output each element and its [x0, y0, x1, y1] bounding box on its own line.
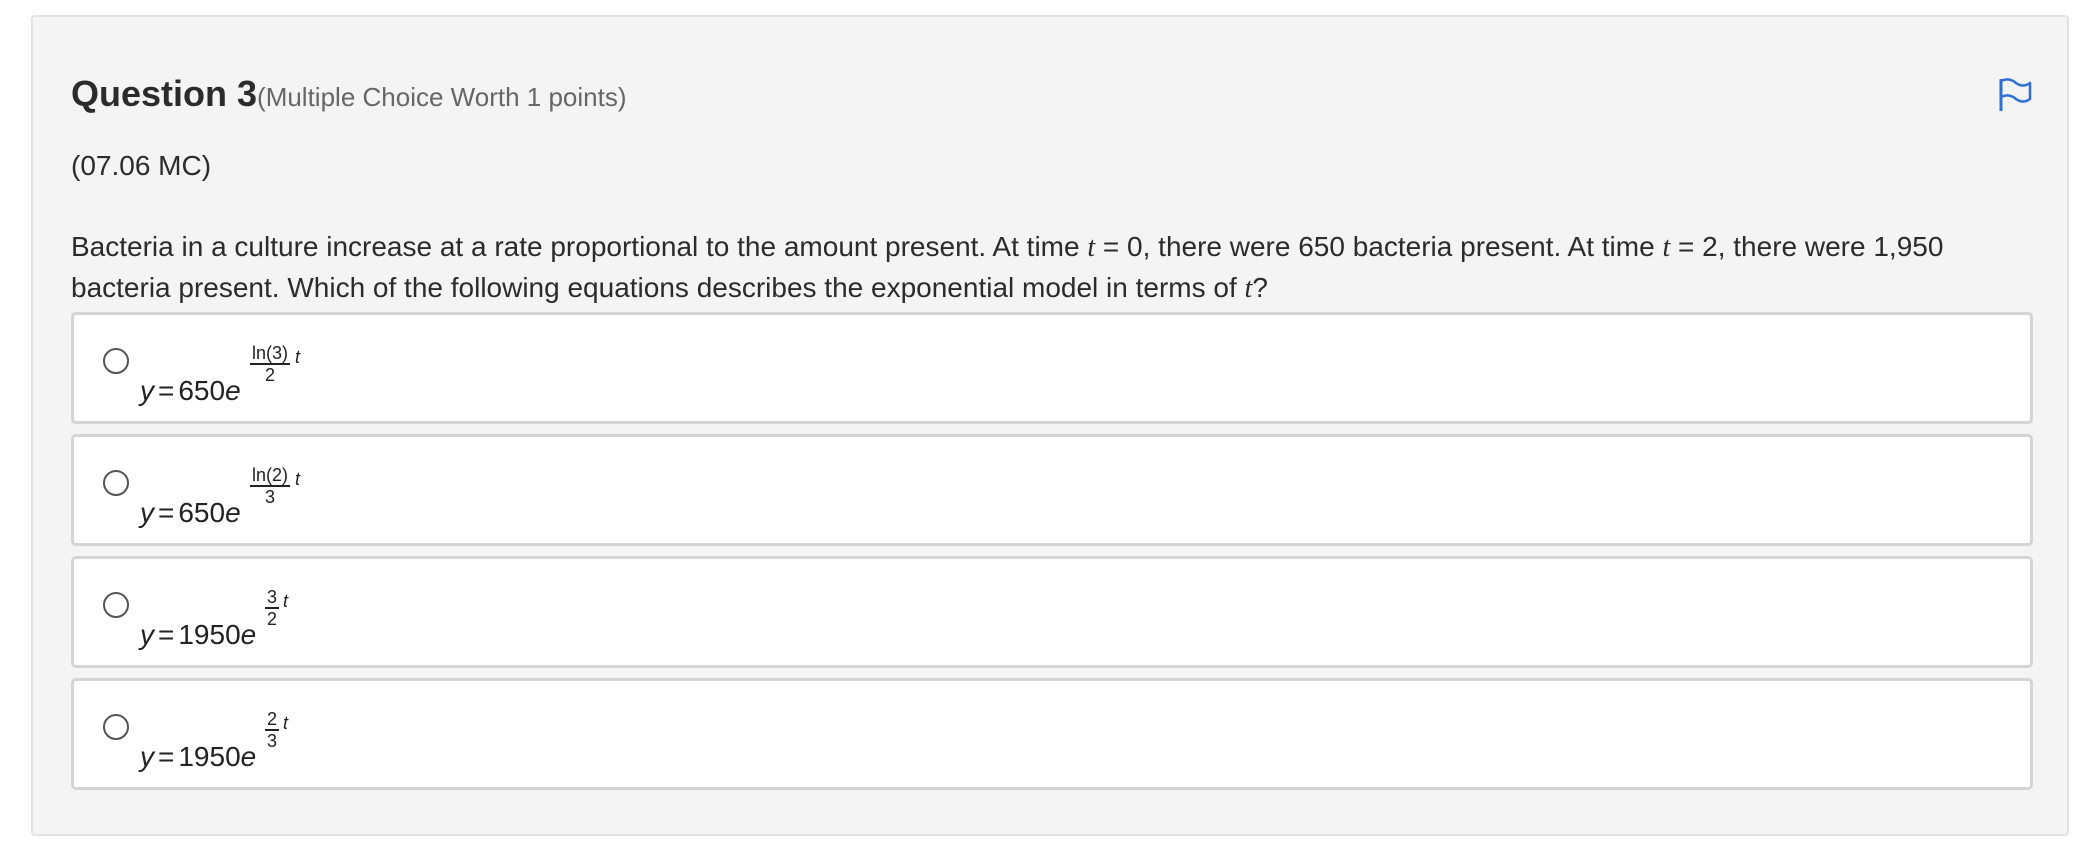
question-meta: (Multiple Choice Worth 1 points) — [257, 82, 627, 112]
formula-1: y = 650e ln(3) 2 t — [140, 323, 540, 419]
exponent-fraction: ln(2) 3 — [250, 465, 291, 507]
question-code: (07.06 MC) — [71, 150, 212, 181]
question-text-part: ? — [1252, 272, 1268, 303]
formula-base: y = 1950e — [140, 741, 257, 772]
question-text-part: Bacteria in a culture increase at a rate… — [71, 231, 1088, 262]
exponent-variable: t — [295, 469, 301, 489]
radio-button-2[interactable] — [103, 470, 129, 496]
formula-3: y = 1950e 32 t — [140, 567, 540, 663]
answer-option-3[interactable]: y = 1950e 32 t — [71, 556, 2033, 668]
variable-t: t — [1087, 232, 1096, 263]
formula-2: y = 650e ln(2) 3 t — [140, 445, 540, 541]
formula-base: y = 1950e — [140, 619, 257, 650]
answer-option-2[interactable]: y = 650e ln(2) 3 t — [71, 434, 2033, 546]
question-text: Bacteria in a culture increase at a rate… — [71, 227, 2041, 309]
radio-button-3[interactable] — [103, 592, 129, 618]
question-text-part: = 0, there were 650 bacteria present. At… — [1095, 231, 1663, 262]
answer-option-4[interactable]: y = 1950e 23 t — [71, 678, 2033, 790]
question-title: Question 3 — [71, 73, 258, 114]
formula-base: y = 650e — [140, 375, 241, 406]
exponent-variable: t — [283, 591, 289, 611]
question-card: Question 3 (Multiple Choice Worth 1 point… — [31, 15, 2069, 836]
flag-button[interactable] — [1995, 75, 2035, 115]
formula-base: y = 650e — [140, 497, 241, 528]
exponent-fraction: 32 — [265, 587, 280, 629]
exponent-fraction: ln(3) 2 — [250, 343, 291, 385]
radio-button-1[interactable] — [103, 348, 129, 374]
exponent-variable: t — [295, 347, 301, 367]
question-header: Question 3 (Multiple Choice Worth 1 point… — [71, 73, 626, 115]
exponent-variable: t — [283, 713, 289, 733]
answer-option-1[interactable]: y = 650e ln(3) 2 t — [71, 312, 2033, 424]
radio-button-4[interactable] — [103, 714, 129, 740]
formula-4: y = 1950e 23 t — [140, 689, 540, 785]
exponent-fraction: 23 — [265, 709, 280, 751]
flag-icon — [1999, 78, 2032, 111]
